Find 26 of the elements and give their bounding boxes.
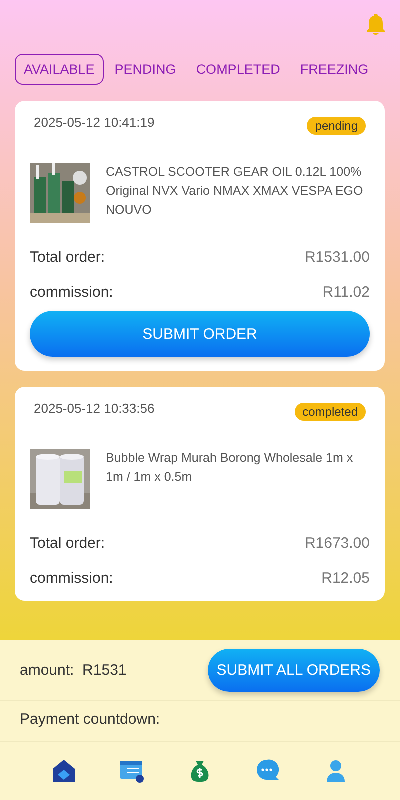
submit-all-button[interactable]: SUBMIT ALL ORDERS [208,648,380,692]
commission-label: commission: [30,284,114,301]
total-label: Total order: [30,249,106,266]
nav-button[interactable] [51,758,77,784]
order-time: 2025-05-12 10:41:19 [34,115,155,130]
commission-value: R11.02 [322,284,370,301]
submit-order-button[interactable]: SUBMIT ORDER [30,311,370,357]
amount-text: amount: R1531 [20,662,127,678]
total-value: R1531.00 [304,249,370,266]
tab[interactable]: PENDING [106,54,186,85]
tab[interactable]: COMPLETED [187,54,290,85]
product-title: Bubble Wrap Murah Borong Wholesale 1m x 1m / 1m x 0.5m [106,450,354,486]
total-value: R1673.00 [304,535,370,552]
commission-value: R12.05 [322,570,370,587]
commission-label: commission: [30,570,114,587]
status-badge: pending [307,117,366,135]
document-icon [119,758,145,784]
tab[interactable]: AVAILABLE [15,54,104,85]
total-label: Total order: [30,535,106,552]
status-badge: completed [294,403,366,421]
home-icon [51,758,77,784]
order-time: 2025-05-12 10:33:56 [34,401,155,416]
product-title: CASTROL SCOOTER GEAR OIL 0.12L 100% Original NVX Vario NMAX XMAX VESPA EGO NOUVO [106,164,364,219]
countdown-label: Payment countdown: [19,710,162,730]
tab[interactable]: FREEZING [291,54,378,85]
nav-button[interactable] [119,758,145,784]
